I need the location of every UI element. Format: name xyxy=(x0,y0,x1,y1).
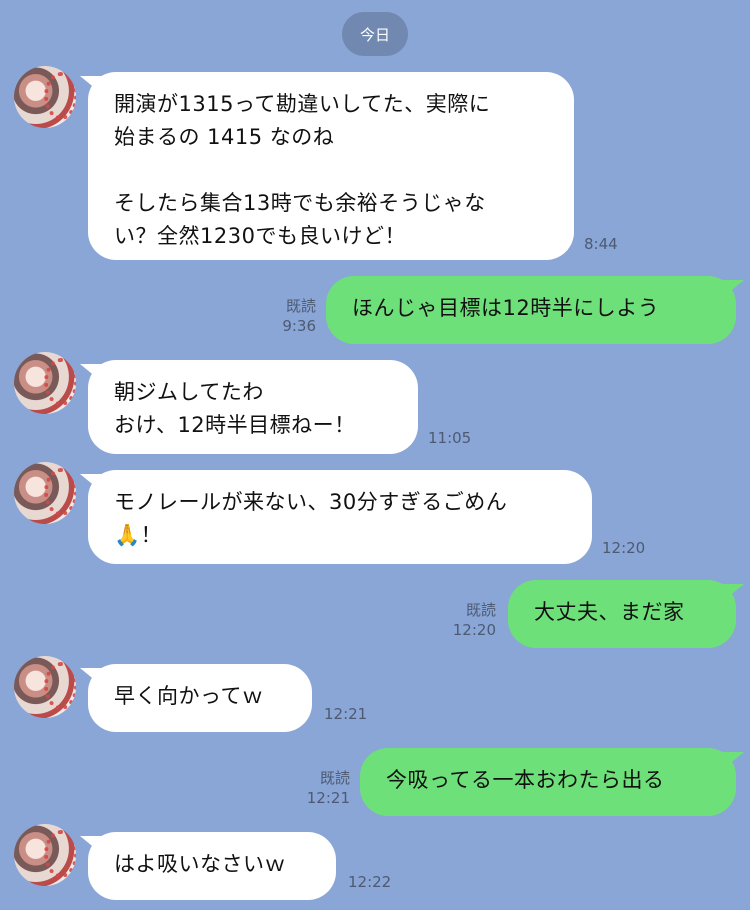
message-timestamp: 11:05 xyxy=(428,429,472,447)
message-read-status: 既読 12:21 xyxy=(300,768,350,808)
message-timestamp: 12:21 xyxy=(306,789,350,807)
date-divider: 今日 xyxy=(342,12,408,56)
contact-avatar[interactable] xyxy=(14,656,76,718)
message-bubble-incoming[interactable]: モノレールが来ない、30分すぎるごめん 🙏！ xyxy=(88,470,592,564)
chat-view[interactable]: 今日 開演が1315って勘違いしてた、実際に 始まるの 1415 なのね そした… xyxy=(0,0,750,910)
message-bubble-outgoing[interactable]: 大丈夫、まだ家 xyxy=(508,580,736,648)
message-timestamp: 12:21 xyxy=(324,705,368,723)
read-receipt: 既読 xyxy=(465,601,496,619)
message-bubble-incoming[interactable]: 早く向かってｗ xyxy=(88,664,312,732)
contact-avatar[interactable] xyxy=(14,66,76,128)
contact-avatar[interactable] xyxy=(14,824,76,886)
message-read-status: 既読 12:20 xyxy=(446,600,496,640)
message-read-status: 既読 9:36 xyxy=(268,296,316,336)
message-bubble-incoming[interactable]: 朝ジムしてたわ おけ、12時半目標ねー！ xyxy=(88,360,418,454)
message-bubble-outgoing[interactable]: 今吸ってる一本おわたら出る xyxy=(360,748,736,816)
message-timestamp: 12:20 xyxy=(452,621,496,639)
read-receipt: 既読 xyxy=(319,769,350,787)
message-bubble-incoming[interactable]: 開演が1315って勘違いしてた、実際に 始まるの 1415 なのね そしたら集合… xyxy=(88,72,574,260)
message-timestamp: 12:20 xyxy=(602,539,646,557)
read-receipt: 既読 xyxy=(285,297,316,315)
message-timestamp: 12:22 xyxy=(348,873,392,891)
message-timestamp: 8:44 xyxy=(584,235,618,253)
message-bubble-outgoing[interactable]: ほんじゃ目標は12時半にしよう xyxy=(326,276,736,344)
message-bubble-incoming[interactable]: はよ吸いなさいｗ xyxy=(88,832,336,900)
message-timestamp: 9:36 xyxy=(282,317,316,335)
contact-avatar[interactable] xyxy=(14,352,76,414)
contact-avatar[interactable] xyxy=(14,462,76,524)
